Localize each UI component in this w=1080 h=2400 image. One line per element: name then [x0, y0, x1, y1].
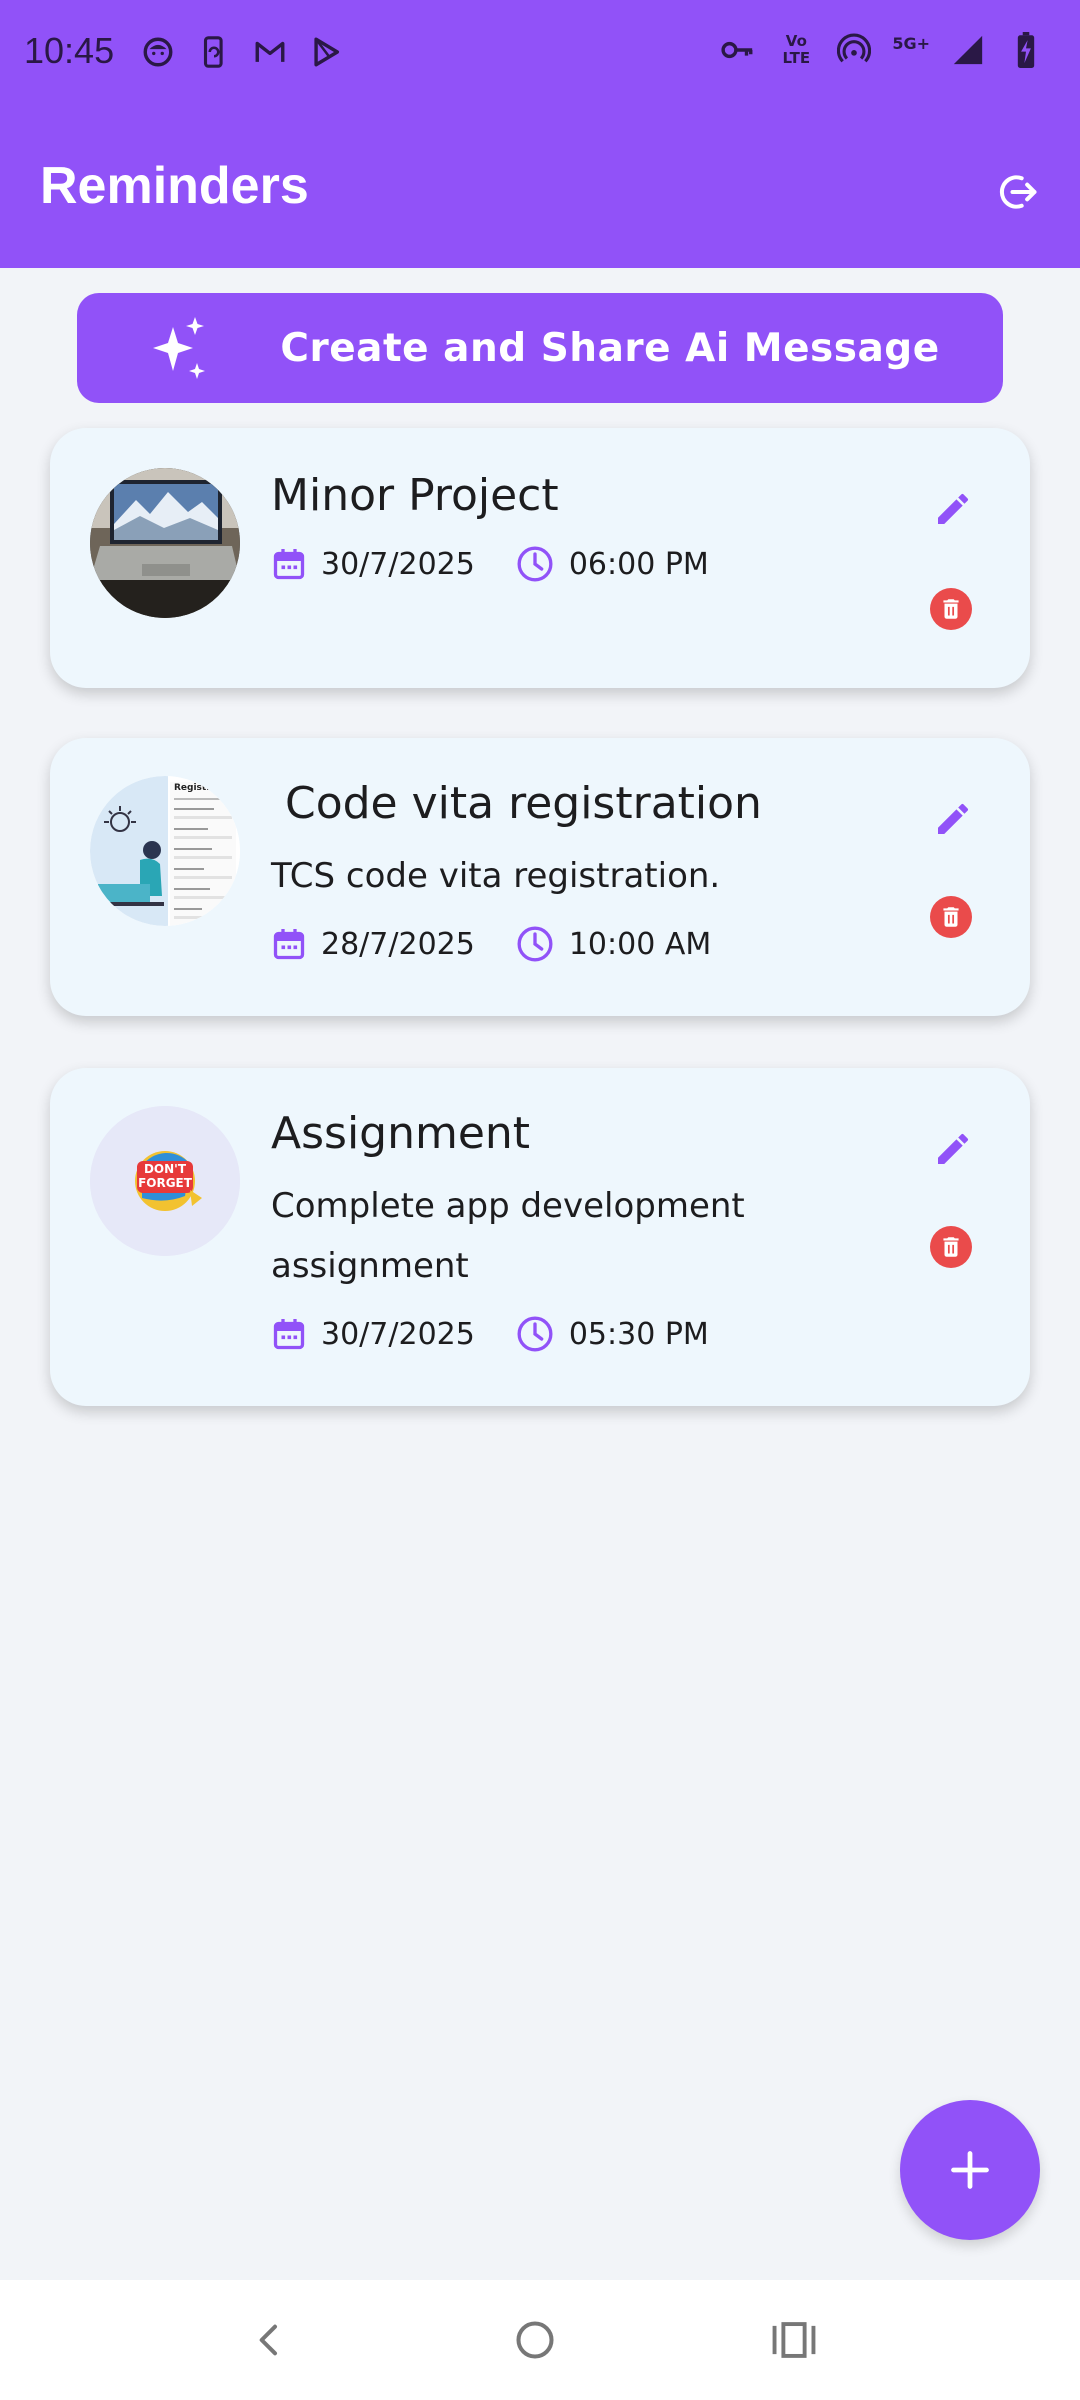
reminder-thumbnail: DON'T FORGET [90, 1106, 240, 1256]
pencil-icon [938, 803, 969, 834]
delete-button[interactable] [930, 896, 972, 938]
edit-button[interactable] [928, 1124, 978, 1174]
play-icon [306, 32, 346, 72]
calendar-icon [273, 1319, 305, 1350]
reminder-title: Minor Project [271, 470, 559, 521]
reminder-meta: 28/7/2025 10:00 AM [271, 924, 751, 964]
reminder-card[interactable]: DON'T FORGET Assignment Complete app dev… [50, 1068, 1030, 1406]
calendar-icon [273, 929, 305, 960]
edit-button[interactable] [928, 484, 978, 534]
5g-icon: 5G+ [892, 33, 930, 53]
reminder-time: 10:00 AM [568, 926, 712, 962]
reminder-description: TCS code vita registration. [271, 856, 721, 896]
page-title: Reminders [40, 157, 309, 215]
volte-icon: Vo LTE [776, 33, 816, 67]
reminder-description: Complete app development assignment [271, 1186, 745, 1286]
reminder-card[interactable]: Minor Project 30/7/2025 06:00 PM [50, 428, 1030, 688]
home-button[interactable] [503, 2308, 567, 2372]
reminder-card[interactable]: Registra Code vita registration TCS code… [50, 738, 1030, 1016]
reminder-date: 30/7/2025 [321, 546, 475, 582]
pencil-icon [938, 493, 969, 524]
add-reminder-button[interactable] [900, 2100, 1040, 2240]
reminder-title: Code vita registration [271, 778, 762, 829]
svg-text:Registra: Registra [174, 783, 217, 793]
pencil-icon [938, 1133, 969, 1164]
status-bar: 10:45 Vo LTE 5G+ [0, 0, 1080, 108]
face-icon [138, 32, 178, 72]
reminder-meta: 30/7/2025 06:00 PM [271, 544, 749, 584]
delete-button[interactable] [930, 1226, 972, 1268]
reminder-thumbnail: Registra [90, 776, 240, 926]
clock-icon [517, 926, 553, 962]
vpn-key-icon [718, 30, 758, 70]
recents-icon [772, 2322, 816, 2358]
app-header: 10:45 Vo LTE 5G+ Reminders [0, 0, 1080, 268]
reminder-date: 30/7/2025 [321, 1316, 475, 1352]
back-icon [259, 2324, 277, 2356]
reminder-title: Assignment [271, 1108, 531, 1159]
reminder-thumbnail [90, 468, 240, 618]
delete-button[interactable] [930, 588, 972, 630]
ai-button-label: Create and Share Ai Message [280, 325, 940, 371]
calendar-icon [273, 549, 305, 580]
hotspot-icon [834, 30, 874, 70]
edit-button[interactable] [928, 794, 978, 844]
trash-icon [943, 599, 959, 619]
plus-icon [951, 2151, 989, 2189]
reminder-date: 28/7/2025 [321, 926, 475, 962]
clock-icon [517, 1316, 553, 1352]
trash-icon [943, 907, 959, 927]
volte-text: Vo LTE [782, 32, 811, 67]
battery-charging-icon [1006, 30, 1046, 70]
home-icon [516, 2321, 554, 2359]
logout-icon [999, 175, 1037, 209]
reminder-meta: 30/7/2025 05:30 PM [271, 1314, 749, 1354]
logout-button[interactable] [992, 166, 1044, 218]
create-ai-message-button[interactable]: Create and Share Ai Message [77, 293, 1003, 403]
reminder-time: 06:00 PM [568, 546, 709, 582]
reminder-time: 05:30 PM [568, 1316, 709, 1352]
dont-forget-text: DON'T FORGET [138, 1162, 192, 1190]
recents-button[interactable] [762, 2308, 826, 2372]
system-nav-bar [0, 2280, 1080, 2400]
trash-icon [943, 1237, 959, 1257]
signal-icon [948, 30, 988, 70]
back-button[interactable] [238, 2308, 302, 2372]
gmail-icon [250, 32, 290, 72]
phone-sync-icon [194, 32, 234, 72]
clock-icon [517, 546, 553, 582]
status-time: 10:45 [24, 30, 115, 71]
